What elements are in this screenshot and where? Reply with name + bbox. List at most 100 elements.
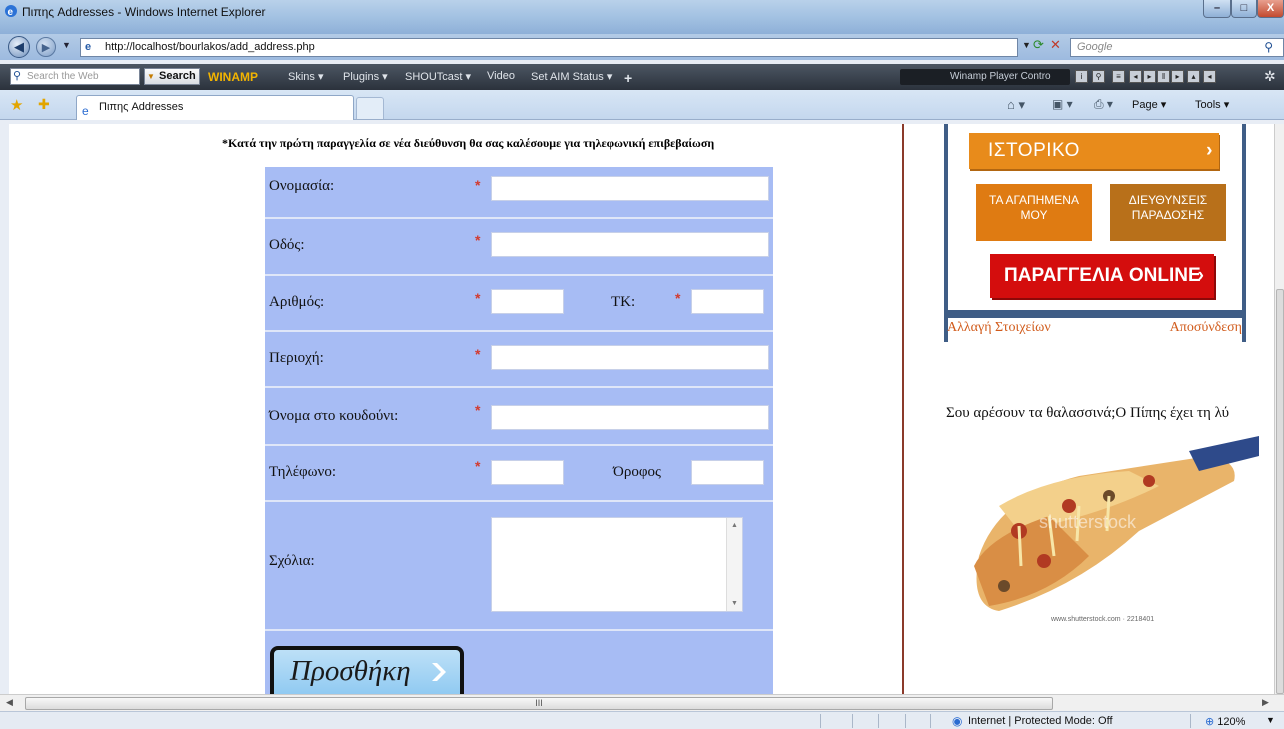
minimize-button[interactable]: – (1203, 0, 1231, 18)
security-zone[interactable]: Internet | Protected Mode: Off (968, 715, 1113, 727)
form-row-street: Οδός: * (265, 219, 773, 276)
player-next-icon[interactable]: ▸ (1171, 70, 1184, 83)
winamp-button[interactable]: WINAMP (208, 70, 258, 84)
comments-textarea[interactable]: ▲ ▼ (491, 517, 743, 612)
close-button[interactable]: X (1257, 0, 1284, 18)
search-placeholder: Google (1077, 41, 1113, 53)
zoom-level[interactable]: ⊕ 120% (1205, 715, 1245, 728)
area-field[interactable] (491, 345, 769, 370)
status-separator (878, 714, 879, 728)
tab-row: ★ ✚ e Πιπης Addresses ⌂ ▾ ▣ ▾ ⎙ ▾ Page ▾… (0, 90, 1284, 120)
address-field[interactable]: e http://localhost/bourlakos/add_address… (80, 38, 1018, 57)
logout-link[interactable]: Αποσύνδεση (1170, 320, 1242, 336)
print-icon[interactable]: ⎙ ▾ (1094, 97, 1113, 112)
vertical-scroll-thumb[interactable] (1276, 289, 1284, 694)
skins-menu[interactable]: Skins ▾ (288, 70, 323, 83)
area-label: Περιοχή: (269, 350, 324, 366)
search-icon[interactable]: ⚲ (1264, 40, 1273, 54)
add-button-label: Προσθήκη (290, 655, 411, 687)
add-address-button[interactable]: Προσθήκη (270, 646, 464, 694)
tab-active[interactable]: e Πιπης Addresses (76, 95, 354, 120)
vertical-scrollbar[interactable] (1274, 124, 1284, 694)
favorites-label-line2: ΜΟΥ (1020, 208, 1048, 222)
search-input[interactable]: Google ⚲ (1070, 38, 1284, 57)
status-bar: ◉ Internet | Protected Mode: Off ⊕ 120% … (0, 711, 1284, 729)
zoom-value: 120% (1217, 716, 1246, 728)
tab-label: Πιπης Addresses (99, 101, 184, 113)
new-tab-button[interactable] (356, 97, 384, 119)
shoutcast-menu[interactable]: SHOUTcast ▾ (405, 70, 471, 83)
winamp-player-control[interactable]: Winamp Player Contro (900, 69, 1070, 85)
scroll-left-icon[interactable]: ◀ (6, 697, 13, 708)
account-links: Αλλαγή Στοιχείων Αποσύνδεση (944, 314, 1246, 342)
order-history-button[interactable]: ΙΣΤΟΡΙΚΟ ΠΑΡΑΓΓΕΛΙΩΝ › (969, 133, 1219, 197)
bell-name-field[interactable] (491, 405, 769, 430)
phone-field[interactable] (491, 460, 564, 485)
horizontal-scroll-thumb[interactable]: III (25, 697, 1053, 710)
gear-icon[interactable]: ✲ (1264, 68, 1276, 85)
scroll-right-icon[interactable]: ▶ (1262, 697, 1269, 708)
refresh-icon[interactable]: ⟳ (1033, 37, 1044, 53)
toolbar-search-button[interactable]: ▼ Search (144, 68, 200, 85)
back-arrow-icon: ◀ (14, 39, 24, 54)
toolbar-search-placeholder: Search the Web (27, 71, 99, 82)
add-favorite-icon[interactable]: ✚ (38, 96, 50, 113)
zip-label: ΤΚ: (611, 294, 636, 310)
maximize-button[interactable]: □ (1231, 0, 1257, 18)
address-form: Ονομασία: * Οδός: * Αριθμός: * ΤΚ: * Περ… (265, 167, 773, 694)
form-row-area: Περιοχή: * (265, 332, 773, 388)
pizza-image[interactable]: shutterstock (959, 436, 1259, 622)
comments-label: Σχόλια: (269, 553, 315, 569)
toolbar: ⚲ Search the Web ▼ Search WINAMP Skins ▾… (0, 64, 1284, 90)
zip-field[interactable] (691, 289, 764, 314)
video-menu[interactable]: Video (487, 70, 515, 82)
page-menu[interactable]: Page ▾ (1132, 98, 1166, 111)
aim-status-menu[interactable]: Set AIM Status ▾ (531, 70, 612, 83)
player-eject-icon[interactable]: ▴ (1187, 70, 1200, 83)
recent-pages-dropdown-icon[interactable]: ▼ (62, 40, 71, 50)
status-separator (905, 714, 906, 728)
number-field[interactable] (491, 289, 564, 314)
player-menu-icon[interactable]: ≡ (1112, 70, 1125, 83)
player-search-icon[interactable]: ⚲ (1092, 70, 1105, 83)
home-icon[interactable]: ⌂ ▾ (1007, 97, 1025, 113)
change-details-link[interactable]: Αλλαγή Στοιχείων (947, 320, 1051, 336)
delivery-addresses-button[interactable]: ΔΙΕΥΘΥΝΣΕΙΣ ΠΑΡΑΔΟΣΗΣ (1110, 184, 1226, 241)
feeds-icon[interactable]: ▣ ▾ (1052, 97, 1073, 111)
player-play-icon[interactable]: ▸ (1143, 70, 1156, 83)
player-volume-icon[interactable]: ◂ (1203, 70, 1216, 83)
back-button[interactable]: ◀ (8, 36, 30, 58)
form-row-name: Ονομασία: * (265, 167, 773, 219)
textarea-scrollbar[interactable]: ▲ ▼ (726, 518, 742, 611)
window-title: Πιπης Addresses - Windows Internet Explo… (22, 5, 266, 19)
toolbar-search-input[interactable]: ⚲ Search the Web (10, 68, 140, 85)
required-mark: * (475, 290, 481, 306)
player-pause-icon[interactable]: ‖ (1157, 70, 1170, 83)
status-separator (930, 714, 931, 728)
tools-menu[interactable]: Tools ▾ (1195, 98, 1229, 111)
address-url[interactable]: http://localhost/bourlakos/add_address.p… (105, 41, 315, 53)
floor-field[interactable] (691, 460, 764, 485)
ie-logo-icon: e (5, 5, 17, 18)
tab-ie-icon: e (82, 104, 89, 118)
globe-icon: ◉ (952, 714, 963, 728)
player-info-icon[interactable]: i (1075, 70, 1088, 83)
favorites-button[interactable]: ΤΑ ΑΓΑΠΗΜΕΝΑ ΜΟΥ (976, 184, 1092, 241)
name-field[interactable] (491, 176, 769, 201)
horizontal-scrollbar[interactable]: ◀ III ▶ (0, 694, 1284, 711)
street-field[interactable] (491, 232, 769, 257)
stop-icon[interactable]: ✕ (1050, 37, 1061, 53)
favorites-star-icon[interactable]: ★ (10, 96, 23, 114)
zoom-dropdown-icon[interactable]: ▼ (1266, 715, 1275, 725)
plugins-menu[interactable]: Plugins ▾ (343, 70, 388, 83)
address-dropdown-icon[interactable]: ▼ (1022, 40, 1031, 50)
number-label: Αριθμός: (269, 294, 325, 310)
forward-button[interactable]: ▶ (36, 37, 56, 57)
scroll-down-icon[interactable]: ▼ (731, 600, 738, 607)
order-online-button[interactable]: ΠΑΡΑΓΓΕΛΙΑ ONLINE › (990, 254, 1214, 298)
add-button-icon[interactable]: + (624, 70, 632, 86)
player-prev-icon[interactable]: ◂ (1129, 70, 1142, 83)
window-title-bar: e Πιπης Addresses - Windows Internet Exp… (0, 0, 1284, 34)
chevron-right-icon: › (1206, 140, 1213, 161)
scroll-up-icon[interactable]: ▲ (731, 522, 738, 529)
